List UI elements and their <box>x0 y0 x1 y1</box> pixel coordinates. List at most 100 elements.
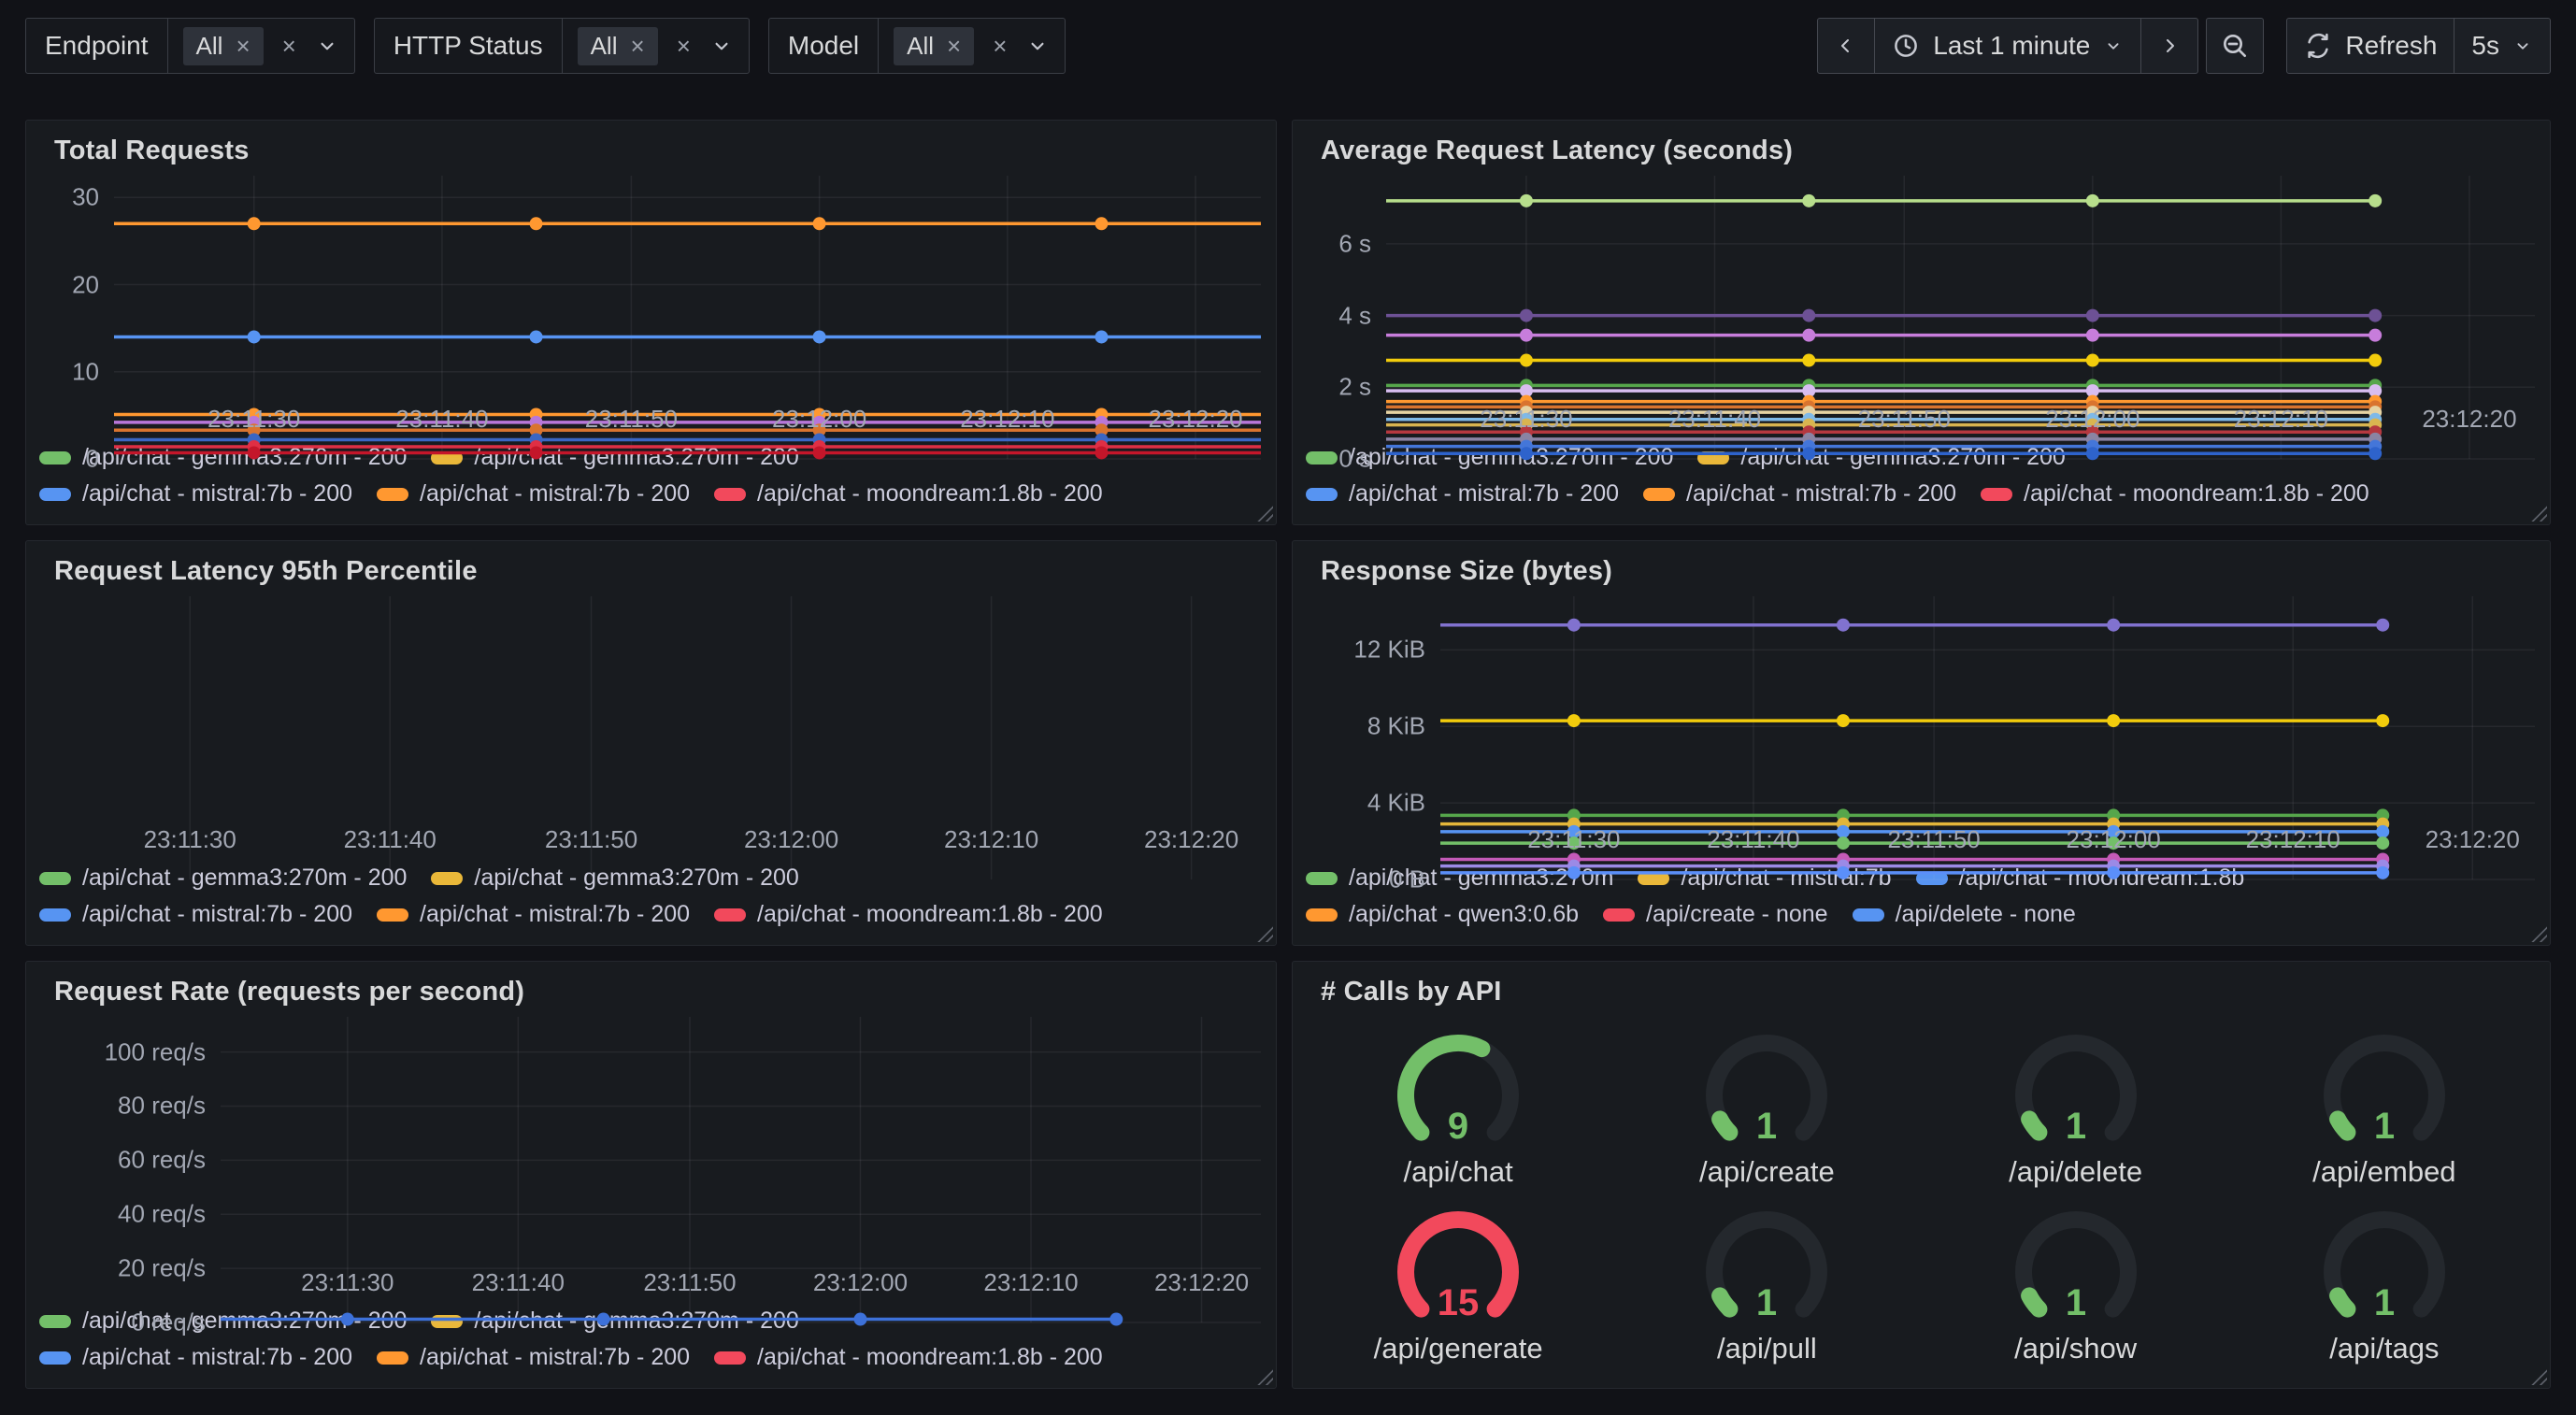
time-range-label: Last 1 minute <box>1933 31 2090 61</box>
x-axis-labels: 23:11:3023:11:4023:11:5023:12:0023:12:10… <box>41 395 1261 438</box>
gauge-label: /api/generate <box>1374 1332 1543 1365</box>
x-tick-label: 23:12:10 <box>960 405 1054 434</box>
panel-title[interactable]: Request Latency 95th Percentile <box>26 541 1276 591</box>
filter-http-status[interactable]: HTTP Status All × × <box>374 18 750 74</box>
time-range-picker-button[interactable]: Last 1 minute <box>1875 19 2141 73</box>
legend-item[interactable]: /api/chat - mistral:7b - 200 <box>39 1344 352 1371</box>
chart-plot-area[interactable] <box>1440 596 2535 816</box>
y-axis-labels: 0 B4 KiB8 KiB12 KiB <box>1308 596 1440 816</box>
y-tick-label: 0 B <box>1389 865 1425 894</box>
filter-chip[interactable]: All × <box>183 27 264 65</box>
legend-item[interactable]: /api/chat - qwen3:0.6b <box>1306 901 1579 928</box>
panel-title[interactable]: # Calls by API <box>1293 962 2550 1011</box>
clear-selection-icon[interactable]: × <box>282 34 296 58</box>
legend-item[interactable]: /api/chat - moondream:1.8b - 200 <box>714 480 1103 507</box>
y-tick-label: 30 <box>72 183 99 212</box>
x-tick-label: 23:12:00 <box>813 1268 908 1297</box>
variable-filters: Endpoint All × × HTTP Status All × × <box>25 18 1066 74</box>
gauge-label: /api/tags <box>2329 1332 2439 1365</box>
filter-label: Endpoint <box>26 19 168 73</box>
x-tick-label: 23:11:40 <box>472 1268 565 1297</box>
filter-value[interactable]: All × × <box>168 19 354 73</box>
x-tick-label: 23:11:30 <box>1480 405 1572 434</box>
x-tick-label: 23:12:10 <box>944 825 1038 854</box>
filter-model[interactable]: Model All × × <box>768 18 1066 74</box>
time-controls: Last 1 minute <box>1817 18 2551 74</box>
x-tick-label: 23:12:10 <box>2234 405 2328 434</box>
panel-title[interactable]: Average Request Latency (seconds) <box>1293 121 2550 170</box>
chevron-down-icon[interactable] <box>1025 34 1050 58</box>
chart-plot-area[interactable] <box>1386 176 2535 395</box>
gauge-value: 1 <box>2066 1282 2086 1323</box>
y-tick-label: 100 req/s <box>105 1037 206 1066</box>
filter-endpoint[interactable]: Endpoint All × × <box>25 18 355 74</box>
y-tick-label: 0 s <box>1338 445 1371 474</box>
legend-item[interactable]: /api/chat - moondream:1.8b - 200 <box>1981 480 2369 507</box>
legend-series-color-icon <box>39 451 71 465</box>
x-tick-label: 23:12:00 <box>2045 405 2140 434</box>
legend-item[interactable]: /api/chat - mistral:7b - 200 <box>377 480 690 507</box>
x-tick-label: 23:12:00 <box>772 405 866 434</box>
gauge-value: 1 <box>1756 1282 1777 1323</box>
x-tick-label: 23:11:50 <box>545 825 637 854</box>
panel-title[interactable]: Total Requests <box>26 121 1276 170</box>
filter-chip[interactable]: All × <box>894 27 974 65</box>
legend-series-color-icon <box>1306 451 1338 465</box>
legend-item[interactable]: /api/chat - mistral:7b - 200 <box>39 901 352 928</box>
legend-series-color-icon <box>39 908 71 922</box>
gauge-label: /api/embed <box>2312 1155 2455 1189</box>
refresh-interval-value: 5s <box>2471 31 2499 61</box>
zoom-out-icon <box>2220 31 2250 61</box>
chevron-right-icon <box>2158 35 2181 57</box>
y-axis-labels: 0 s2 s4 s6 s <box>1308 176 1386 395</box>
refresh-label: Refresh <box>2345 31 2437 61</box>
x-tick-label: 23:11:50 <box>1887 825 1980 854</box>
legend-item[interactable]: /api/create - none <box>1603 901 1828 928</box>
clock-icon <box>1892 32 1920 60</box>
chip-remove-icon[interactable]: × <box>947 34 961 58</box>
legend-series-color-icon <box>39 1351 71 1365</box>
chip-remove-icon[interactable]: × <box>631 34 645 58</box>
chart-plot-area[interactable] <box>41 596 1261 816</box>
filter-value[interactable]: All × × <box>563 19 749 73</box>
legend-item[interactable]: /api/chat - mistral:7b - 200 <box>1643 480 1956 507</box>
time-shift-forward-button[interactable] <box>2141 19 2197 73</box>
y-tick-label: 12 KiB <box>1353 636 1425 665</box>
panel-title[interactable]: Response Size (bytes) <box>1293 541 2550 591</box>
legend-item[interactable]: /api/chat - moondream:1.8b - 200 <box>714 901 1103 928</box>
legend-item[interactable]: /api/chat - mistral:7b - 200 <box>377 1344 690 1371</box>
legend-item[interactable]: /api/delete - none <box>1853 901 2076 928</box>
chip-remove-icon[interactable]: × <box>236 34 250 58</box>
legend-item[interactable]: /api/chat - moondream:1.8b - 200 <box>714 1344 1103 1371</box>
clear-selection-icon[interactable]: × <box>677 34 691 58</box>
filter-chip[interactable]: All × <box>578 27 658 65</box>
legend-series-color-icon <box>377 488 408 501</box>
zoom-out-button[interactable] <box>2206 18 2264 74</box>
chevron-down-icon[interactable] <box>709 34 734 58</box>
dashboard-toolbar: Endpoint All × × HTTP Status All × × <box>25 17 2551 75</box>
legend-item[interactable]: /api/chat - mistral:7b - 200 <box>1306 480 1619 507</box>
refresh-group: Refresh 5s <box>2286 18 2551 74</box>
x-tick-label: 23:12:20 <box>2426 825 2520 854</box>
chart-plot-area[interactable] <box>114 176 1261 395</box>
filter-value[interactable]: All × × <box>879 19 1065 73</box>
legend-series-color-icon <box>1981 488 2012 501</box>
refresh-interval-button[interactable]: 5s <box>2454 19 2550 73</box>
chart-plot-area[interactable] <box>221 1017 1261 1259</box>
legend-series-color-icon <box>1643 488 1675 501</box>
y-tick-label: 8 KiB <box>1367 712 1425 741</box>
time-shift-back-button[interactable] <box>1818 19 1875 73</box>
time-series-chart: 0 req/s20 req/s40 req/s60 req/s80 req/s1… <box>26 1011 1276 1302</box>
legend-series-name: /api/delete - none <box>1896 901 2076 928</box>
legend-item[interactable]: /api/chat - mistral:7b - 200 <box>39 480 352 507</box>
x-tick-label: 23:12:10 <box>2246 825 2340 854</box>
y-tick-label: 4 s <box>1338 301 1371 330</box>
y-tick-label: 10 <box>72 357 99 386</box>
chevron-down-icon[interactable] <box>315 34 339 58</box>
gauge-arc: 1 <box>1682 1026 1851 1157</box>
clear-selection-icon[interactable]: × <box>993 34 1007 58</box>
gauge-value: 15 <box>1438 1282 1480 1323</box>
panel-title[interactable]: Request Rate (requests per second) <box>26 962 1276 1011</box>
refresh-button[interactable]: Refresh <box>2287 19 2454 73</box>
legend-item[interactable]: /api/chat - mistral:7b - 200 <box>377 901 690 928</box>
